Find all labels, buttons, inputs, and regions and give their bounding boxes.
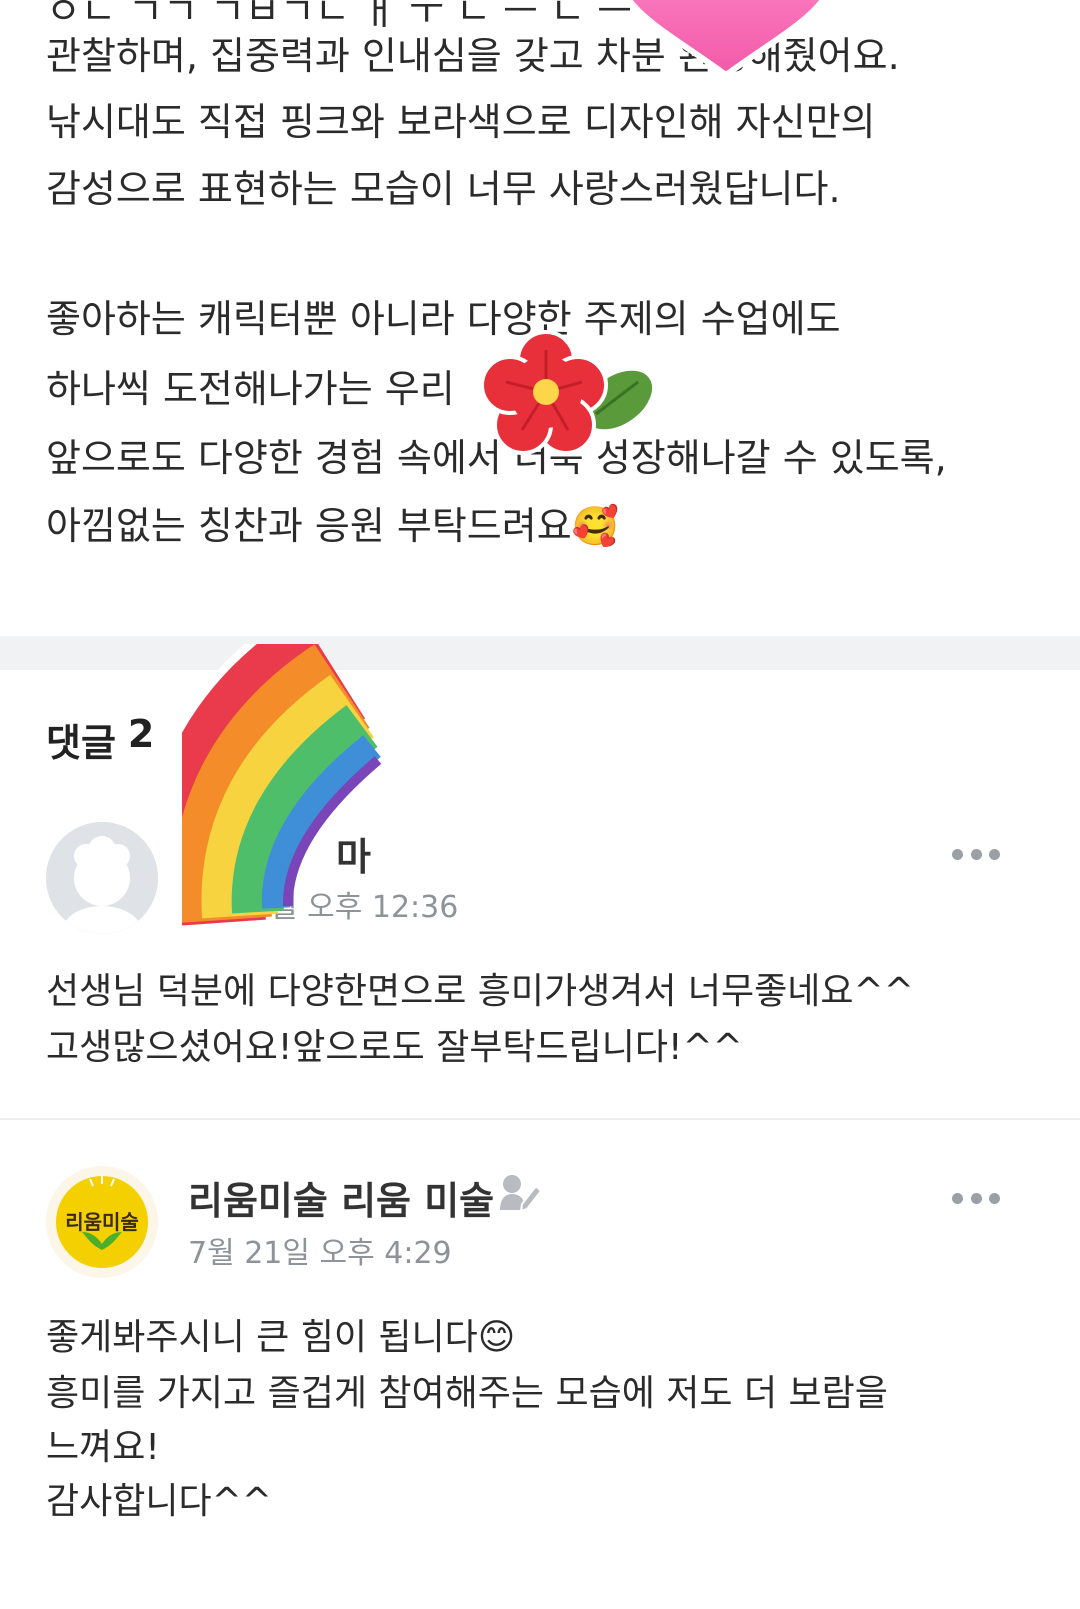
post-line: 낚시대도 직접 핑크와 보라색으로 디자인해 자신만의 xyxy=(46,100,876,144)
comments-count: 2 xyxy=(127,712,155,756)
rainbow-sticker xyxy=(182,644,382,926)
default-profile-icon xyxy=(46,822,158,934)
pencil-user-icon xyxy=(500,1175,542,1212)
avatar[interactable]: 리움미술 xyxy=(46,1166,158,1278)
comment-text: 선생님 덕분에 다양한면으로 흥미가생겨서 너무좋네요^^ xyxy=(46,971,914,1012)
post-line: 감성으로 표현하는 모습이 너무 사랑스러웠답니다. xyxy=(46,167,841,211)
more-options-button[interactable] xyxy=(952,1186,1000,1210)
comments-label: 댓글 xyxy=(46,721,116,765)
comment-text: 느껴요! xyxy=(46,1427,160,1468)
flower-sticker xyxy=(480,330,657,455)
more-dots-icon xyxy=(952,848,963,860)
post-line: 아낌없는 칭찬과 응원 부탁드려요🥰 xyxy=(46,504,619,548)
comments-header: 댓글 2 xyxy=(46,712,154,767)
comment-time: 7월 21일 오후 4:29 xyxy=(188,1236,452,1271)
heart-sticker xyxy=(625,0,827,79)
comment-text: 감사합니다^^ xyxy=(46,1481,272,1522)
comment-text: 고생많으셨어요!앞으로도 잘부탁드립니다!^^ xyxy=(46,1027,743,1068)
post-line: 좋아하는 캐릭터뿐 아니라 다양한 주제의 수업에도 xyxy=(46,297,841,341)
avatar[interactable] xyxy=(46,822,158,934)
comment-author[interactable]: 리움미술 리움 미술 xyxy=(188,1170,494,1225)
comment-text: 좋게봐주시니 큰 힘이 됩니다😊 xyxy=(46,1317,516,1358)
brand-logo-text: 리움미술 xyxy=(65,1210,139,1234)
more-dots-icon xyxy=(952,1192,963,1204)
comment-text: 흥미를 가지고 즐겁게 참여해주는 모습에 저도 더 보람을 xyxy=(46,1373,888,1414)
section-divider xyxy=(0,636,1080,670)
post-line: 하나씩 도전해나가는 우리 xyxy=(46,367,455,411)
more-options-button[interactable] xyxy=(952,842,1000,866)
post-line-partial: ㅇㄴ ㄱㄱ ㄱㅂㄱㄴ ㅐ ㅜ ㄴ ㅡ ㄴ ㅡ xyxy=(46,0,633,33)
comment-divider xyxy=(0,1118,1080,1120)
